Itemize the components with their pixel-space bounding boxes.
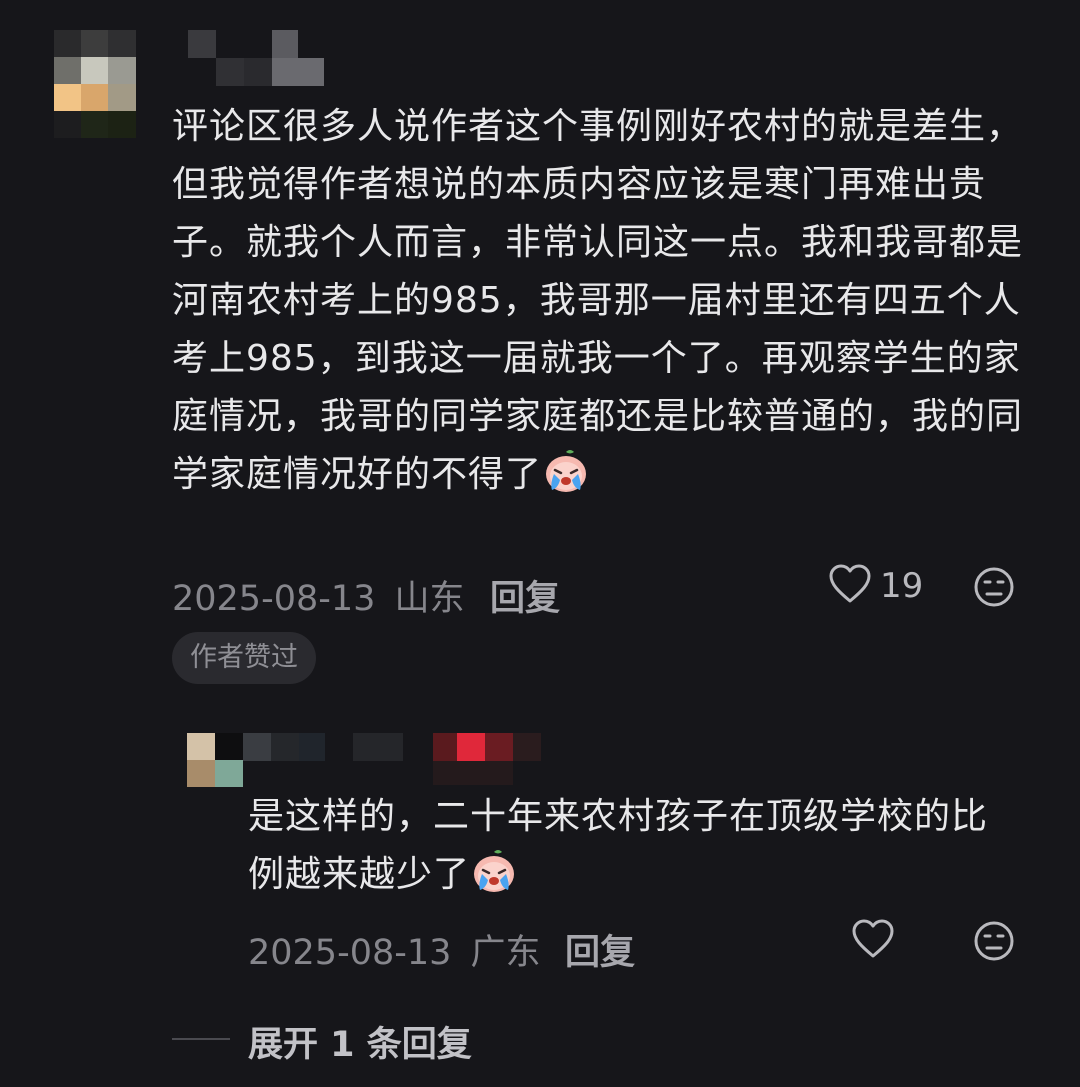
neutral-face-icon [973, 921, 1015, 966]
heart-icon [828, 563, 872, 609]
reply-date: 2025-08-13 广东 [248, 933, 541, 973]
reply-body: 是这样的，二十年来农村孩子在顶级学校的比例越来越少了 [248, 796, 989, 895]
crying-face-icon [470, 848, 518, 912]
reply-username[interactable] [243, 733, 543, 789]
expand-divider [172, 1038, 230, 1040]
reply-reply-button[interactable]: 回复 [565, 924, 635, 975]
reply-dislike-button[interactable] [973, 920, 1015, 966]
comment-reply-button[interactable]: 回复 [490, 570, 560, 621]
crying-face-icon [542, 448, 590, 512]
heart-icon [851, 918, 895, 964]
comment-username[interactable] [188, 30, 324, 86]
comment-like-button[interactable]: 19 [828, 563, 923, 609]
reply-like-button[interactable] [851, 918, 895, 964]
comment-body: 评论区很多人说作者这个事例刚好农村的就是差生，但我觉得作者想说的本质内容应该是寒… [172, 106, 1024, 495]
like-count: 19 [880, 566, 924, 606]
neutral-face-icon [973, 567, 1015, 612]
comment-avatar[interactable] [54, 30, 136, 138]
reply-text: 是这样的，二十年来农村孩子在顶级学校的比例越来越少了 [248, 788, 1018, 912]
expand-replies-button[interactable]: 展开 1 条回复 [248, 1016, 472, 1067]
author-liked-badge: 作者赞过 [172, 632, 316, 684]
comment-text: 评论区很多人说作者这个事例刚好农村的就是差生，但我觉得作者想说的本质内容应该是寒… [172, 98, 1042, 512]
comment-date: 2025-08-13 山东 [172, 579, 465, 619]
reply-avatar[interactable] [187, 733, 243, 787]
comment-dislike-button[interactable] [973, 566, 1015, 612]
